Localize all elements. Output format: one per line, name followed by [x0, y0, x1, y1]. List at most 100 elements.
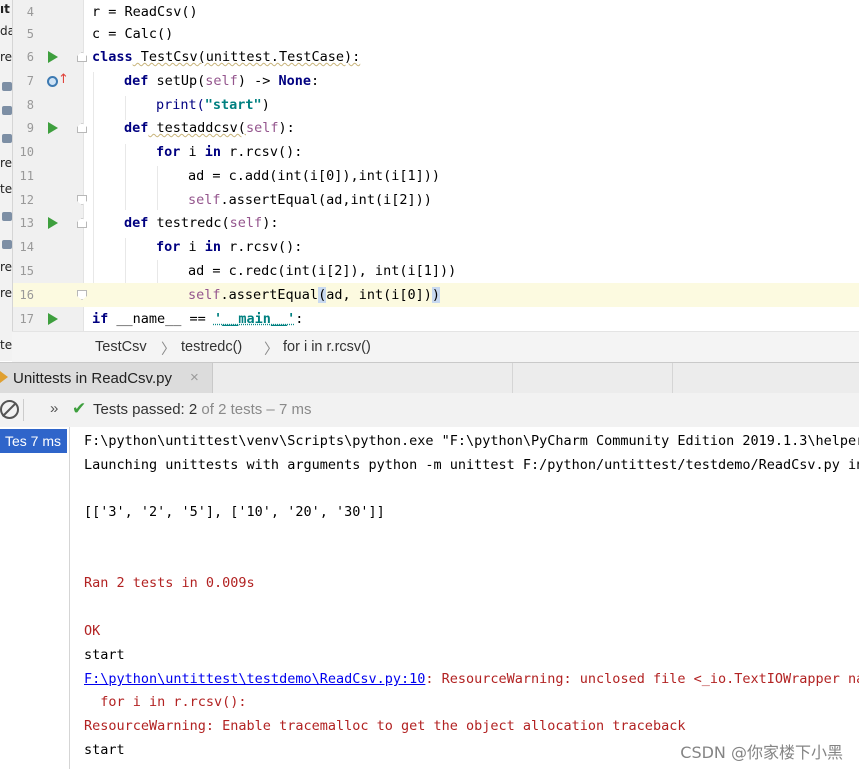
run-tab-bar: Unittests in ReadCsv.py × — [0, 362, 859, 395]
line-number: 7 — [26, 74, 34, 88]
source-link[interactable]: F:\python\untittest\testdemo\ReadCsv.py:… — [84, 671, 425, 687]
code-line[interactable]: 5 c = Calc() — [0, 22, 859, 46]
close-icon[interactable]: × — [190, 369, 199, 386]
code-line[interactable]: 9 def testaddcsv(self): — [0, 116, 859, 140]
code-text: for i in r.rcsv(): — [156, 239, 303, 255]
file-icon — [2, 106, 12, 115]
line-number: 9 — [26, 121, 34, 135]
code-text: c = Calc() — [92, 26, 174, 42]
fold-end-icon[interactable] — [77, 195, 87, 205]
line-number: 13 — [19, 216, 34, 230]
project-panel-edge[interactable]: ıt da re re te re re te — [0, 0, 13, 361]
run-test-icon[interactable] — [48, 122, 58, 134]
code-line[interactable]: 7 ↑ def setUp(self) -> None: — [0, 69, 859, 93]
test-tree-item[interactable]: Tes 7 ms — [0, 429, 67, 453]
fold-marker-icon[interactable] — [77, 123, 87, 133]
code-text: ad = c.add(int(i[0]),int(i[1])) — [188, 168, 440, 184]
code-line[interactable]: 15 ad = c.redc(int(i[2]), int(i[1])) — [0, 259, 859, 283]
breadcrumb: TestCsv 〉 testredc() 〉 for i in r.rcsv() — [12, 331, 859, 363]
project-fragment: da — [0, 24, 12, 38]
project-fragment: re — [0, 286, 13, 300]
console-line: OK — [84, 623, 101, 639]
code-text: if __name__ == '__main__': — [92, 311, 304, 327]
test-tree-panel — [0, 427, 70, 769]
console-line: start — [84, 742, 125, 758]
unittest-run-icon — [0, 371, 8, 383]
line-number: 17 — [19, 312, 34, 326]
code-line-current[interactable]: 16 self.assertEqual(ad, int(i[0])) — [0, 283, 859, 307]
run-test-icon[interactable] — [48, 217, 58, 229]
stop-icon[interactable] — [0, 400, 19, 419]
test-status: Tests passed: 2 of 2 tests – 7 ms — [93, 401, 312, 418]
stop-icon-slash — [1, 402, 17, 418]
test-tree-item-label: Tes 7 ms — [5, 433, 62, 449]
console-line: F:\python\untittest\venv\Scripts\python.… — [84, 433, 859, 449]
project-fragment: re — [0, 156, 13, 170]
code-line[interactable]: 12 self.assertEqual(ad,int(i[2])) — [0, 188, 859, 212]
fold-marker-icon[interactable] — [77, 218, 87, 228]
tab-divider — [212, 363, 213, 394]
breadcrumb-separator: 〉 — [161, 342, 176, 358]
code-line[interactable]: 4 r = ReadCsv() — [0, 0, 859, 24]
file-icon — [2, 240, 12, 249]
code-line[interactable]: 10 for i in r.rcsv(): — [0, 140, 859, 164]
console-line: Launching unittests with arguments pytho… — [84, 457, 859, 473]
breadcrumb-item[interactable]: testredc() — [181, 339, 242, 355]
project-fragment: re — [0, 260, 13, 274]
code-text: def testaddcsv(self): — [124, 120, 295, 136]
code-line[interactable]: 14 for i in r.rcsv(): — [0, 235, 859, 259]
code-text: for i in r.rcsv(): — [156, 144, 303, 160]
tab-label: Unittests in ReadCsv.py — [13, 370, 172, 387]
up-arrow-icon: ↑ — [58, 72, 69, 87]
code-text: self.assertEqual(ad,int(i[2])) — [188, 192, 432, 208]
code-line[interactable]: 8 print("start") — [0, 93, 859, 117]
line-number: 5 — [26, 27, 34, 41]
console-line: [['3', '2', '5'], ['10', '20', '30']] — [84, 504, 385, 520]
file-icon — [2, 212, 12, 221]
watermark: CSDN @你家楼下小黑 — [680, 743, 843, 762]
code-text: class TestCsv(unittest.TestCase): — [92, 49, 361, 65]
console-warning-line: F:\python\untittest\testdemo\ReadCsv.py:… — [84, 671, 859, 687]
code-line[interactable]: 11 ad = c.add(int(i[0]),int(i[1])) — [0, 164, 859, 188]
line-number: 16 — [19, 288, 34, 302]
code-line[interactable]: 6 class TestCsv(unittest.TestCase): — [0, 45, 859, 69]
override-method-icon[interactable] — [47, 76, 58, 87]
code-text: def setUp(self) -> None: — [124, 73, 320, 89]
line-number: 8 — [26, 98, 34, 112]
console-line: Ran 2 tests in 0.009s — [84, 575, 255, 591]
code-text: r = ReadCsv() — [92, 4, 198, 20]
breadcrumb-item[interactable]: for i in r.rcsv() — [283, 339, 371, 355]
project-fragment: ıt — [0, 2, 10, 16]
line-number: 6 — [26, 50, 34, 64]
code-line[interactable]: 13 def testredc(self): — [0, 211, 859, 235]
breadcrumb-item[interactable]: TestCsv — [95, 339, 147, 355]
file-icon — [2, 82, 12, 91]
line-number: 12 — [19, 193, 34, 207]
console-output[interactable]: F:\python\untittest\venv\Scripts\python.… — [70, 427, 859, 769]
project-fragment: te — [0, 182, 13, 196]
project-fragment: te — [0, 338, 13, 352]
fold-marker-icon[interactable] — [77, 52, 87, 62]
line-number: 15 — [19, 264, 34, 278]
code-text: def testredc(self): — [124, 215, 279, 231]
code-text: ad = c.redc(int(i[2]), int(i[1])) — [188, 263, 457, 279]
code-text: self.assertEqual(ad, int(i[0])) — [188, 287, 441, 303]
check-icon: ✔ — [72, 399, 87, 419]
console-line: start — [84, 647, 125, 663]
console-line: for i in r.rcsv(): — [84, 694, 247, 710]
run-test-class-icon[interactable] — [48, 51, 58, 63]
line-number: 4 — [26, 5, 34, 19]
more-actions-icon[interactable]: » — [50, 400, 58, 417]
project-fragment: re — [0, 50, 13, 64]
run-toolbar: » ✔ Tests passed: 2 of 2 tests – 7 ms — [0, 393, 859, 428]
code-editor[interactable]: 4 r = ReadCsv() 5 c = Calc() 6 class Tes… — [0, 0, 859, 331]
code-text: print("start") — [156, 97, 270, 113]
code-line[interactable]: 17 if __name__ == '__main__': — [0, 307, 859, 331]
run-main-icon[interactable] — [48, 313, 58, 325]
tab-unittests[interactable]: Unittests in ReadCsv.py × — [0, 363, 212, 394]
file-icon — [2, 134, 12, 143]
fold-end-icon[interactable] — [77, 290, 87, 300]
tab-divider — [672, 363, 673, 394]
toolbar-divider — [23, 399, 24, 421]
line-number: 14 — [19, 240, 34, 254]
